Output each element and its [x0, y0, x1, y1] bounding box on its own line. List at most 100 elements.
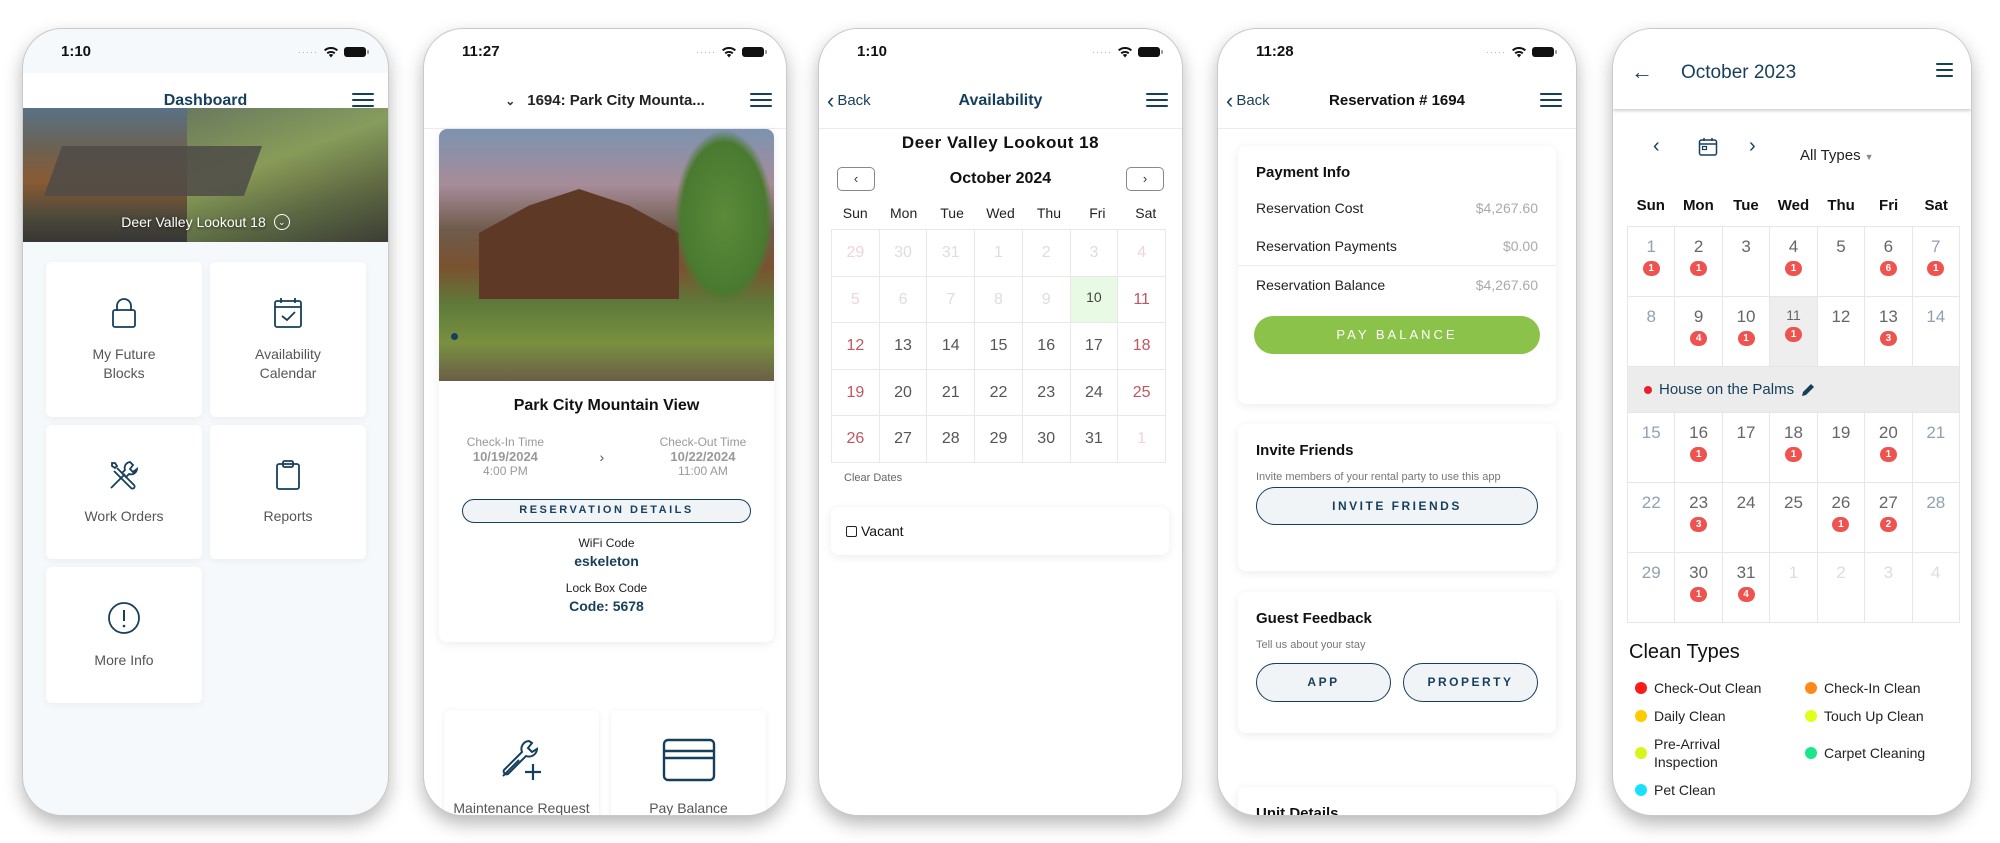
calendar-day[interactable]: 25 [1118, 369, 1166, 416]
calendar-day[interactable]: 20 [879, 369, 928, 416]
calendar-day[interactable]: 12 [1817, 297, 1866, 367]
calendar-day[interactable]: 13 [879, 323, 928, 370]
calendar-day[interactable]: 14 [927, 323, 976, 370]
vacant-checkbox[interactable] [846, 525, 857, 537]
property-feedback-button[interactable]: PROPERTY [1403, 663, 1538, 702]
calendar-day[interactable]: 5 [1817, 227, 1866, 297]
calendar-day[interactable]: 6 [879, 276, 928, 323]
calendar-day[interactable]: 8 [1628, 297, 1676, 367]
calendar-day[interactable]: 24 [1070, 369, 1119, 416]
app-feedback-button[interactable]: APP [1256, 663, 1391, 702]
calendar-day[interactable]: 27 [879, 416, 928, 463]
calendar-day[interactable]: 5 [832, 276, 880, 323]
calendar-day[interactable]: 3 [1865, 553, 1913, 623]
tile-pay-balance[interactable]: Pay Balance [611, 710, 766, 815]
calendar-day[interactable]: 12 [832, 323, 880, 370]
selected-day-event[interactable]: House on the Palms [1628, 367, 1960, 413]
calendar-day[interactable]: 18 [1118, 323, 1166, 370]
calendar-day[interactable]: 21 [1912, 413, 1960, 483]
calendar-day[interactable]: 7 [927, 276, 976, 323]
tile-maintenance-request[interactable]: Maintenance Request [444, 710, 599, 815]
arrow-left-icon[interactable]: ← [1631, 59, 1653, 85]
next-month-chevron-icon[interactable]: › [1749, 135, 1756, 158]
calendar-day[interactable]: 15 [1628, 413, 1676, 483]
calendar-day[interactable]: 10 1 [1722, 297, 1771, 367]
calendar-day[interactable]: 26 [832, 416, 880, 463]
calendar-day[interactable]: 23 3 [1675, 483, 1723, 553]
calendar-day[interactable]: 28 [1912, 483, 1960, 553]
calendar-day[interactable]: 19 [1817, 413, 1866, 483]
tile-availability-calendar[interactable]: Availability Calendar [210, 262, 366, 417]
calendar-day[interactable]: 3 [1070, 230, 1119, 277]
calendar-day[interactable]: 3 [1722, 227, 1771, 297]
calendar-day[interactable]: 11 [1628, 227, 1676, 297]
calendar-day[interactable]: 14 [1912, 297, 1960, 367]
prev-month-chevron-icon[interactable]: ‹ [1653, 135, 1660, 158]
calendar-day[interactable]: 8 [975, 276, 1023, 323]
calendar-day[interactable]: 15 [975, 323, 1023, 370]
calendar-day[interactable]: 29 [1628, 553, 1676, 623]
calendar-day[interactable]: 30 [879, 230, 928, 277]
calendar-day[interactable]: 30 1 [1675, 553, 1723, 623]
calendar-day[interactable]: 26 1 [1817, 483, 1866, 553]
calendar-day[interactable]: 10 [1070, 276, 1119, 323]
calendar-day[interactable]: 11 [1118, 276, 1166, 323]
calendar-day[interactable]: 2 [1022, 230, 1071, 277]
calendar-day[interactable]: 1 [1770, 553, 1818, 623]
calendar-day[interactable]: 19 [832, 369, 880, 416]
calendar-day[interactable]: 25 [1770, 483, 1818, 553]
calendar-day[interactable]: 2 [1817, 553, 1866, 623]
calendar-day[interactable]: 1 [1118, 416, 1166, 463]
pencil-icon[interactable] [1801, 383, 1815, 397]
calendar-day[interactable]: 94 [1675, 297, 1723, 367]
hamburger-menu-icon[interactable] [1540, 93, 1562, 109]
tile-my-future-blocks[interactable]: My Future Blocks [46, 262, 202, 417]
calendar-day[interactable]: 4 [1912, 553, 1960, 623]
hamburger-menu-icon[interactable] [1936, 63, 1953, 79]
property-hero[interactable]: Deer Valley Lookout 18 ⌄ [23, 108, 388, 242]
calendar-day[interactable]: 29 [975, 416, 1023, 463]
calendar-day[interactable]: 31 [1070, 416, 1119, 463]
reservation-details-button[interactable]: RESERVATION DETAILS [462, 499, 751, 523]
calendar-day[interactable]: 20 1 [1865, 413, 1913, 483]
property-selector[interactable]: Deer Valley Lookout 18 ⌄ [23, 214, 388, 230]
next-month-button[interactable]: › [1126, 167, 1164, 191]
calendar-day[interactable]: 18 1 [1770, 413, 1818, 483]
calendar-day[interactable]: 21 [1675, 227, 1723, 297]
clear-dates-link[interactable]: Clear Dates [844, 472, 902, 484]
vacant-filter[interactable]: Vacant [831, 507, 1169, 555]
pay-balance-button[interactable]: PAY BALANCE [1254, 316, 1540, 354]
calendar-day[interactable]: 17 [1722, 413, 1771, 483]
tile-reports[interactable]: Reports [210, 425, 366, 559]
calendar-day[interactable]: 17 [1070, 323, 1119, 370]
calendar-day[interactable]: 31 [927, 230, 976, 277]
calendar-day[interactable]: 21 [927, 369, 976, 416]
calendar-day[interactable]: 31 4 [1722, 553, 1771, 623]
reservation-selector[interactable]: ⌄ 1694: Park City Mounta... [424, 73, 786, 129]
calendar-day[interactable]: 66 [1865, 227, 1913, 297]
clean-type-dropdown[interactable]: All Types ▼ [1800, 147, 1874, 164]
tile-more-info[interactable]: More Info [46, 567, 202, 703]
calendar-day[interactable]: 23 [1022, 369, 1071, 416]
calendar-day[interactable]: 41 [1770, 227, 1818, 297]
calendar-day[interactable]: 16 [1022, 323, 1071, 370]
calendar-day[interactable]: 22 [975, 369, 1023, 416]
unit-details-card[interactable]: Unit Details [1238, 787, 1556, 815]
hamburger-menu-icon[interactable] [352, 93, 374, 109]
calendar-day[interactable]: 24 [1722, 483, 1771, 553]
calendar-day[interactable]: 71 [1912, 227, 1960, 297]
calendar-day[interactable]: 1 [975, 230, 1023, 277]
tile-work-orders[interactable]: Work Orders [46, 425, 202, 559]
calendar-day[interactable]: 29 [832, 230, 880, 277]
calendar-day[interactable]: 27 2 [1865, 483, 1913, 553]
calendar-day[interactable]: 13 3 [1865, 297, 1913, 367]
hamburger-menu-icon[interactable] [750, 93, 772, 109]
calendar-day[interactable]: 30 [1022, 416, 1071, 463]
calendar-day[interactable]: 28 [927, 416, 976, 463]
calendar-icon[interactable] [1698, 137, 1718, 157]
calendar-day[interactable]: 22 [1628, 483, 1676, 553]
calendar-day[interactable]: 4 [1118, 230, 1166, 277]
calendar-day[interactable]: 9 [1022, 276, 1071, 323]
hamburger-menu-icon[interactable] [1146, 93, 1168, 109]
carousel-dot[interactable] [451, 333, 458, 340]
